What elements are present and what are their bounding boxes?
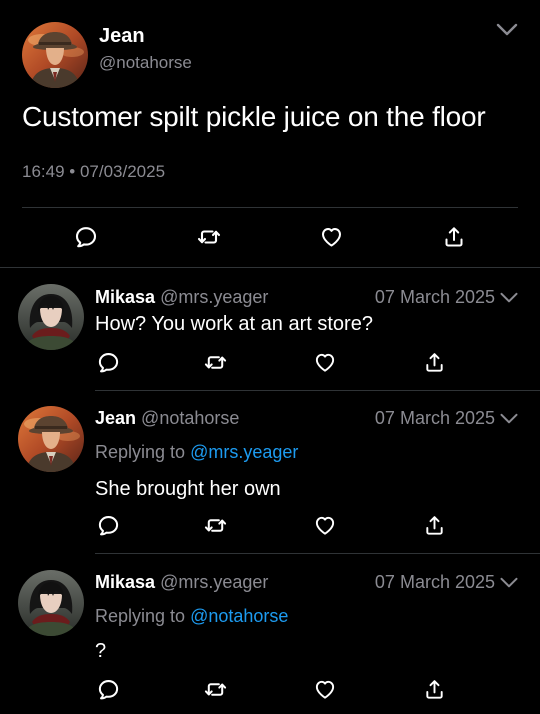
divider xyxy=(95,553,540,554)
like-icon[interactable] xyxy=(319,225,344,249)
tweet-text: Customer spilt pickle juice on the floor xyxy=(22,101,486,132)
reply-text: ? xyxy=(95,640,107,662)
reply-header: Jean @notahorse xyxy=(95,408,239,429)
reply-author-name[interactable]: Jean xyxy=(95,408,136,428)
divider xyxy=(0,267,540,268)
share-icon[interactable] xyxy=(423,514,446,537)
chevron-down-icon[interactable] xyxy=(499,412,519,428)
avatar-mikasa[interactable] xyxy=(18,284,84,350)
reply-author-name[interactable]: Mikasa xyxy=(95,287,155,307)
replying-to: Replying to @notahorse xyxy=(95,606,288,627)
mention-link[interactable]: @notahorse xyxy=(190,606,288,626)
retweet-icon[interactable] xyxy=(203,351,228,374)
share-icon[interactable] xyxy=(423,351,446,374)
replying-to: Replying to @mrs.yeager xyxy=(95,442,298,463)
share-icon[interactable] xyxy=(423,678,446,701)
reply-icon[interactable] xyxy=(97,514,120,537)
replying-to-label: Replying to xyxy=(95,442,186,462)
reply-text: She brought her own xyxy=(95,478,281,500)
retweet-icon[interactable] xyxy=(203,514,228,537)
chevron-down-icon[interactable] xyxy=(499,291,519,307)
divider xyxy=(22,207,518,208)
reply-icon[interactable] xyxy=(97,678,120,701)
reply-text: How? You work at an art store? xyxy=(95,313,373,335)
reply-date: 07 March 2025 xyxy=(374,572,495,592)
author-name[interactable]: Jean xyxy=(99,25,145,48)
reply-date: 07 March 2025 xyxy=(374,408,495,428)
like-icon[interactable] xyxy=(313,351,337,374)
chevron-down-icon[interactable] xyxy=(495,22,519,42)
share-icon[interactable] xyxy=(442,225,466,249)
avatar-jean[interactable] xyxy=(22,22,88,88)
replying-to-label: Replying to xyxy=(95,606,186,626)
avatar-jean[interactable] xyxy=(18,406,84,472)
mention-link[interactable]: @mrs.yeager xyxy=(190,442,298,462)
author-handle[interactable]: @notahorse xyxy=(99,53,192,73)
reply-header: Mikasa @mrs.yeager xyxy=(95,287,268,308)
retweet-icon[interactable] xyxy=(203,678,228,701)
avatar-mikasa[interactable] xyxy=(18,570,84,636)
reply-icon[interactable] xyxy=(97,351,120,374)
reply-author-handle[interactable]: @mrs.yeager xyxy=(160,287,268,307)
tweet-timestamp: 16:49 • 07/03/2025 xyxy=(22,162,166,181)
reply-author-handle[interactable]: @mrs.yeager xyxy=(160,572,268,592)
retweet-icon[interactable] xyxy=(196,225,222,249)
like-icon[interactable] xyxy=(313,678,337,701)
reply-header: Mikasa @mrs.yeager xyxy=(95,572,268,593)
reply-icon[interactable] xyxy=(74,225,98,249)
reply-author-name[interactable]: Mikasa xyxy=(95,572,155,592)
like-icon[interactable] xyxy=(313,514,337,537)
reply-author-handle[interactable]: @notahorse xyxy=(141,408,239,428)
divider xyxy=(95,390,540,391)
chevron-down-icon[interactable] xyxy=(499,576,519,592)
reply-date: 07 March 2025 xyxy=(374,287,495,307)
